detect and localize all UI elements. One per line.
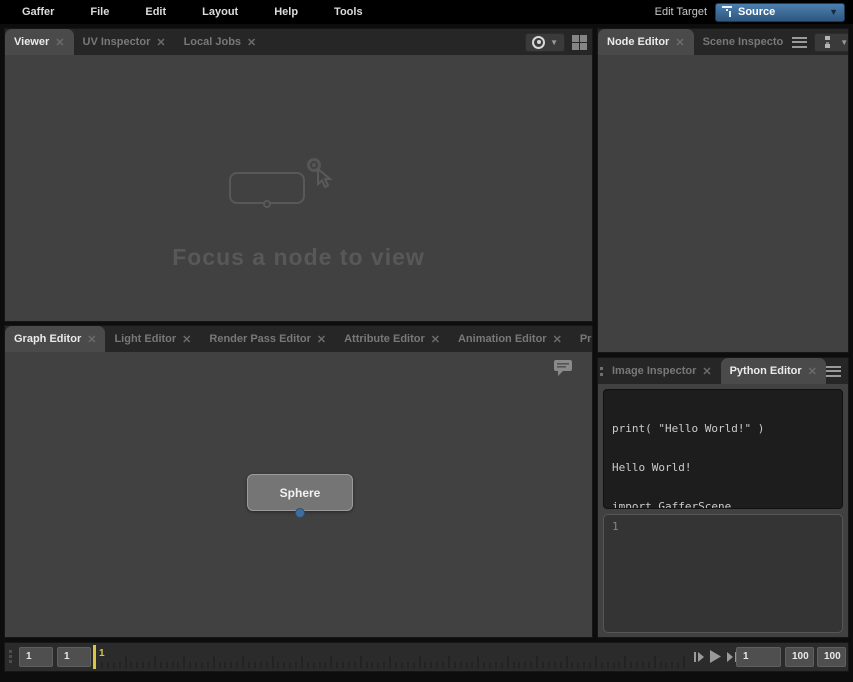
node-editor-tabbar: Node Editor ✕ Scene Inspecto ▼	[598, 29, 848, 55]
line-number: 1	[612, 520, 619, 533]
graph-editor-tabbar: Graph Editor ✕ Light Editor ✕ Render Pas…	[5, 326, 592, 352]
playhead[interactable]	[93, 645, 96, 669]
tab-label: Local Jobs	[184, 36, 241, 48]
close-icon[interactable]: ✕	[182, 333, 191, 346]
tab-attribute-editor[interactable]: Attribute Editor ✕	[335, 326, 449, 352]
node-editor-mode-dropdown[interactable]: ▼	[814, 33, 848, 52]
close-icon[interactable]: ✕	[553, 333, 562, 346]
tab-scene-inspector[interactable]: Scene Inspecto	[694, 29, 793, 55]
timeline-grip-handle[interactable]	[9, 650, 12, 663]
tab-primitive-inspector[interactable]: Prim	[571, 326, 592, 352]
menu-layout[interactable]: Layout	[188, 6, 252, 18]
cursor-arrow-icon	[315, 168, 333, 190]
play-button[interactable]	[709, 649, 722, 664]
graph-editor-body[interactable]: Sphere	[5, 352, 592, 637]
playhead-frame-label: 1	[99, 648, 105, 659]
range-start-field[interactable]: 1	[19, 647, 53, 667]
tab-label: Animation Editor	[458, 333, 547, 345]
close-icon[interactable]: ✕	[247, 36, 256, 49]
timeline-bar: 1 1 1 1 100 100	[4, 642, 849, 672]
viewer-tabbar: Viewer ✕ UV Inspector ✕ Local Jobs ✕ ▼	[5, 29, 592, 55]
chevron-down-icon: ▼	[550, 38, 558, 47]
close-icon[interactable]: ✕	[431, 333, 440, 346]
node-label: Sphere	[280, 486, 321, 500]
tab-label: Prim	[580, 333, 592, 345]
close-icon[interactable]: ✕	[317, 333, 326, 346]
chevron-down-icon: ▼	[840, 38, 848, 47]
tab-graph-editor[interactable]: Graph Editor ✕	[5, 326, 105, 352]
close-icon[interactable]: ✕	[87, 333, 96, 346]
menu-edit[interactable]: Edit	[131, 6, 180, 18]
node-graph-icon	[821, 36, 835, 48]
tab-light-editor[interactable]: Light Editor ✕	[105, 326, 200, 352]
menu-tools[interactable]: Tools	[320, 6, 377, 18]
node-editor-panel: Node Editor ✕ Scene Inspecto ▼	[597, 28, 849, 353]
tab-label: Viewer	[14, 36, 49, 48]
layout-menu-icon[interactable]	[572, 35, 587, 50]
node-editor-body[interactable]	[598, 55, 848, 352]
close-icon[interactable]: ✕	[156, 36, 165, 49]
close-icon[interactable]: ✕	[808, 365, 817, 378]
tab-python-editor[interactable]: Python Editor ✕	[721, 358, 826, 384]
graph-node-sphere[interactable]: Sphere	[247, 474, 353, 511]
viewer-placeholder: Focus a node to view	[5, 150, 592, 271]
annotation-bubble-icon[interactable]	[552, 358, 574, 378]
menu-bar: Gaffer File Edit Layout Help Tools Edit …	[0, 0, 853, 24]
range-end-field[interactable]: 100	[817, 647, 846, 667]
tab-viewer[interactable]: Viewer ✕	[5, 29, 74, 55]
tab-render-pass-editor[interactable]: Render Pass Editor ✕	[200, 326, 335, 352]
menu-gaffer[interactable]: Gaffer	[8, 6, 68, 18]
frame-ruler[interactable]	[101, 643, 689, 671]
python-output-line: import GafferScene	[612, 500, 834, 509]
tab-image-inspector[interactable]: Image Inspector ✕	[603, 358, 721, 384]
python-input-area[interactable]: 1	[603, 514, 843, 633]
tab-label: Light Editor	[114, 333, 176, 345]
close-icon[interactable]: ✕	[55, 36, 64, 49]
chevron-down-icon: ▼	[829, 7, 838, 17]
edit-target-label: Edit Target	[655, 6, 707, 18]
edit-target-dropdown[interactable]: Source ▼	[715, 3, 845, 22]
close-icon[interactable]: ✕	[675, 36, 684, 49]
python-output-line: print( "Hello World!" )	[612, 422, 834, 435]
tab-label: Render Pass Editor	[209, 333, 310, 345]
placeholder-plug-icon	[263, 200, 271, 208]
editor-menu-icon[interactable]	[792, 37, 807, 48]
python-editor-tabbar: Image Inspector ✕ Python Editor ✕	[598, 358, 848, 384]
node-output-plug[interactable]	[295, 508, 305, 518]
playback-start-field[interactable]: 1	[57, 647, 91, 667]
tab-node-editor[interactable]: Node Editor ✕	[598, 29, 694, 55]
current-frame-field[interactable]: 1	[736, 647, 781, 667]
python-editor-panel: Image Inspector ✕ Python Editor ✕ print(…	[597, 357, 849, 638]
menu-help[interactable]: Help	[260, 6, 312, 18]
skip-to-start-button[interactable]	[693, 650, 705, 664]
focus-mode-dropdown[interactable]: ▼	[525, 33, 565, 52]
playback-end-field[interactable]: 100	[785, 647, 814, 667]
menu-file[interactable]: File	[76, 6, 123, 18]
tab-label: Scene Inspecto	[703, 36, 784, 48]
edit-scope-pin-icon	[722, 6, 732, 18]
tab-label: Graph Editor	[14, 333, 81, 345]
python-editor-body: print( "Hello World!" ) Hello World! imp…	[598, 384, 848, 637]
tab-local-jobs[interactable]: Local Jobs ✕	[175, 29, 266, 55]
viewer-placeholder-text: Focus a node to view	[5, 244, 592, 271]
tab-label: Python Editor	[730, 365, 802, 377]
edit-target-value: Source	[738, 6, 823, 18]
viewer-panel: Viewer ✕ UV Inspector ✕ Local Jobs ✕ ▼	[4, 28, 593, 322]
python-output-line: Hello World!	[612, 461, 834, 474]
viewer-body[interactable]: Focus a node to view	[5, 55, 592, 321]
tab-animation-editor[interactable]: Animation Editor ✕	[449, 326, 571, 352]
focus-target-icon	[532, 36, 545, 49]
tab-label: Attribute Editor	[344, 333, 425, 345]
tab-uv-inspector[interactable]: UV Inspector ✕	[74, 29, 175, 55]
editor-menu-icon[interactable]	[826, 366, 841, 377]
python-output-area[interactable]: print( "Hello World!" ) Hello World! imp…	[603, 389, 843, 509]
tab-label: Image Inspector	[612, 365, 696, 377]
close-icon[interactable]: ✕	[702, 365, 711, 378]
graph-editor-panel: Graph Editor ✕ Light Editor ✕ Render Pas…	[4, 325, 593, 638]
focus-hint-graphic	[219, 150, 379, 220]
tab-label: Node Editor	[607, 36, 669, 48]
tab-label: UV Inspector	[83, 36, 151, 48]
